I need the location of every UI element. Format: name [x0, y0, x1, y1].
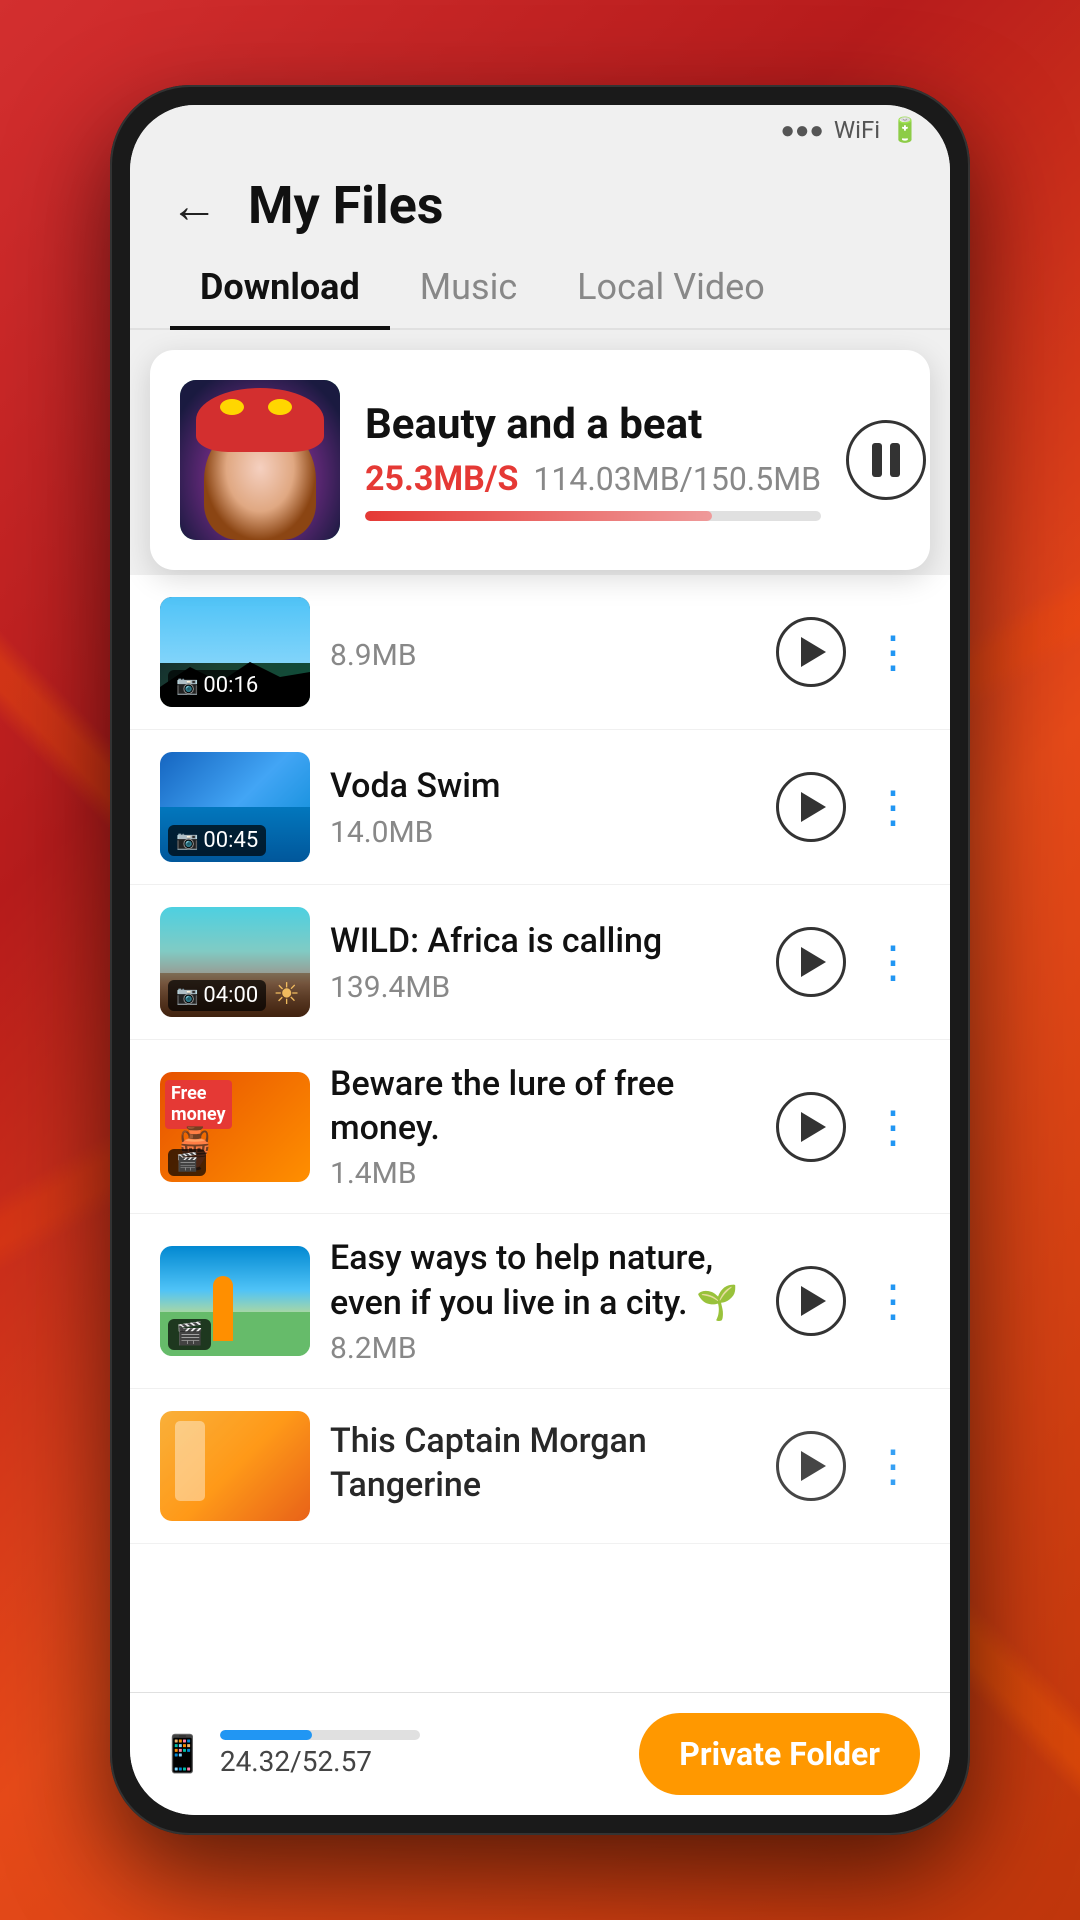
file-info-4: Beware the lure of free money. 1.4MB: [330, 1062, 756, 1191]
play-icon-5: [801, 1286, 826, 1316]
storage-info: 📱 24.32/52.57: [160, 1730, 420, 1778]
private-folder-button[interactable]: Private Folder: [639, 1713, 920, 1795]
play-icon-2: [801, 792, 826, 822]
file-info-3: WILD: Africa is calling 139.4MB: [330, 919, 756, 1004]
storage-details: 24.32/52.57: [220, 1730, 420, 1778]
tab-music[interactable]: Music: [390, 246, 547, 328]
free-money-label: Freemoney: [165, 1080, 232, 1129]
file-info-2: Voda Swim 14.0MB: [330, 764, 756, 849]
download-speed: 25.3MB/S: [365, 459, 518, 499]
tabs-container: Download Music Local Video: [130, 246, 950, 330]
more-button-4[interactable]: ⋮: [866, 1105, 920, 1149]
file-actions-6: ⋮: [776, 1431, 920, 1501]
play-icon-6: [801, 1451, 826, 1481]
more-button-3[interactable]: ⋮: [866, 940, 920, 984]
file-size-3: 139.4MB: [330, 970, 756, 1005]
download-thumbnail: [180, 380, 340, 540]
video-icon: 🎬: [176, 1152, 198, 1173]
more-button-5[interactable]: ⋮: [866, 1279, 920, 1323]
file-name-4: Beware the lure of free money.: [330, 1062, 756, 1150]
play-button-2[interactable]: [776, 772, 846, 842]
video-duration-3: 📷 04:00: [168, 980, 266, 1011]
play-button-4[interactable]: [776, 1092, 846, 1162]
tab-download[interactable]: Download: [170, 246, 390, 328]
file-actions-2: ⋮: [776, 772, 920, 842]
download-info: Beauty and a beat 25.3MB/S 114.03MB/150.…: [365, 400, 821, 521]
camera-icon: 📷: [176, 985, 198, 1006]
back-button[interactable]: ←: [170, 177, 218, 234]
file-info-1: 8.9MB: [330, 632, 756, 673]
list-item: This Captain Morgan Tangerine ⋮: [130, 1389, 950, 1544]
more-button-6[interactable]: ⋮: [866, 1444, 920, 1488]
play-icon-4: [801, 1112, 826, 1142]
page-title: My Files: [248, 175, 443, 236]
storage-bar: [220, 1730, 420, 1740]
play-button-3[interactable]: [776, 927, 846, 997]
tab-local-video[interactable]: Local Video: [547, 246, 795, 328]
pause-icon: [872, 443, 900, 477]
play-button-1[interactable]: [776, 617, 846, 687]
more-button-1[interactable]: ⋮: [866, 630, 920, 674]
file-size-5: 8.2MB: [330, 1331, 756, 1366]
play-icon-1: [801, 637, 826, 667]
status-icons: ●●● WiFi 🔋: [780, 116, 920, 145]
download-progress-bar: [365, 511, 821, 521]
file-actions-4: ⋮: [776, 1092, 920, 1162]
list-item: 📷 00:16 8.9MB ⋮: [130, 575, 950, 730]
file-info-6: This Captain Morgan Tangerine: [330, 1419, 756, 1513]
storage-bar-fill: [220, 1730, 312, 1740]
file-name-3: WILD: Africa is calling: [330, 919, 756, 963]
thumbnail-image: [180, 380, 340, 540]
storage-text: 24.32/52.57: [220, 1745, 420, 1778]
file-thumbnail-6: [160, 1411, 310, 1521]
video-duration-1: 📷 00:16: [168, 670, 266, 701]
file-size-1: 8.9MB: [330, 638, 756, 673]
list-item: 🎬 Easy ways to help nature, even if you …: [130, 1214, 950, 1388]
more-button-2[interactable]: ⋮: [866, 785, 920, 829]
phone-icon: 📱: [160, 1733, 205, 1775]
file-name-2: Voda Swim: [330, 764, 756, 808]
file-thumbnail-1: 📷 00:16: [160, 597, 310, 707]
video-duration-2: 📷 00:45: [168, 825, 266, 856]
status-bar: ●●● WiFi 🔋: [130, 105, 950, 155]
file-thumbnail-3: ☀ 📷 04:00: [160, 907, 310, 1017]
download-size: 114.03MB/150.5MB: [533, 460, 821, 498]
pause-button[interactable]: [846, 420, 926, 500]
header: ← My Files: [130, 155, 950, 246]
file-actions-1: ⋮: [776, 617, 920, 687]
download-progress-fill: [365, 511, 712, 521]
file-thumbnail-4: Freemoney 🏺 🎬: [160, 1072, 310, 1182]
list-item: Freemoney 🏺 🎬 Beware the lure of free mo…: [130, 1040, 950, 1214]
file-name-6: This Captain Morgan Tangerine: [330, 1419, 756, 1507]
file-thumbnail-5: 🎬: [160, 1246, 310, 1356]
file-actions-3: ⋮: [776, 927, 920, 997]
list-item: 📷 00:45 Voda Swim 14.0MB ⋮: [130, 730, 950, 885]
camera-icon: 📷: [176, 830, 198, 851]
file-info-5: Easy ways to help nature, even if you li…: [330, 1236, 756, 1365]
file-size-2: 14.0MB: [330, 815, 756, 850]
camera-icon: 📷: [176, 675, 198, 696]
file-actions-5: ⋮: [776, 1266, 920, 1336]
file-list: 📷 00:16 8.9MB ⋮: [130, 575, 950, 1692]
file-size-4: 1.4MB: [330, 1156, 756, 1191]
bottom-bar: 📱 24.32/52.57 Private Folder: [130, 1692, 950, 1815]
file-name-5: Easy ways to help nature, even if you li…: [330, 1236, 756, 1324]
play-button-5[interactable]: [776, 1266, 846, 1336]
video-icon: 🎬: [176, 1322, 203, 1347]
play-icon-3: [801, 947, 826, 977]
play-button-6[interactable]: [776, 1431, 846, 1501]
list-item: ☀ 📷 04:00 WILD: Africa is calling 139.4M…: [130, 885, 950, 1040]
file-thumbnail-2: 📷 00:45: [160, 752, 310, 862]
download-title: Beauty and a beat: [365, 400, 821, 449]
active-download-card: Beauty and a beat 25.3MB/S 114.03MB/150.…: [150, 350, 930, 570]
